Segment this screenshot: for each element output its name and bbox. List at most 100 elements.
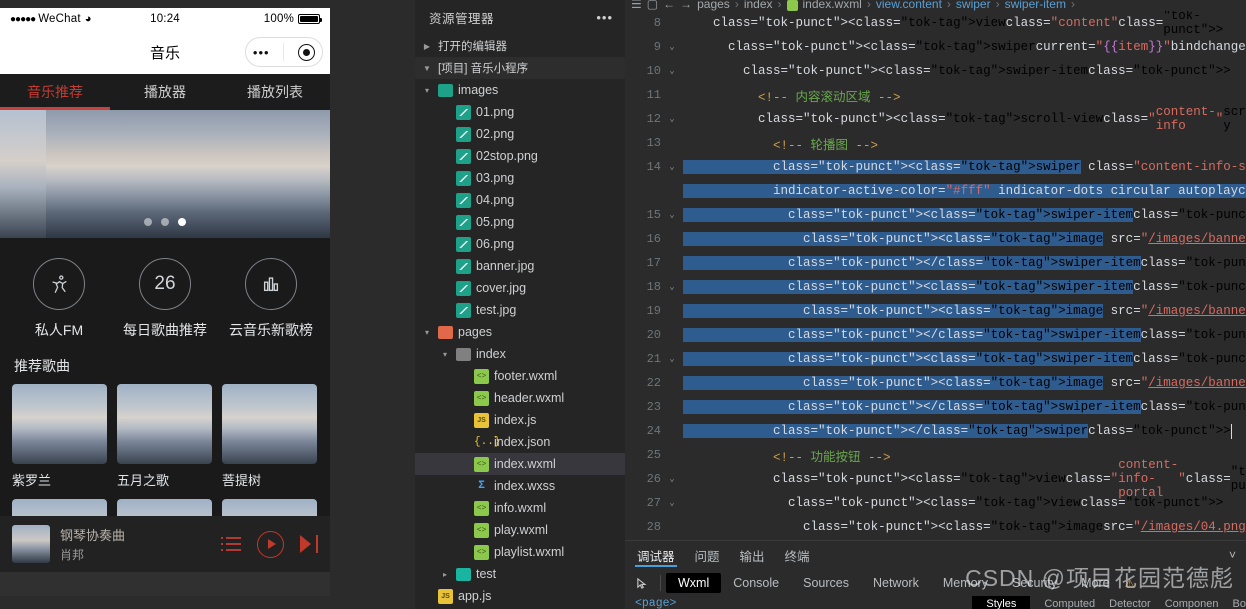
song-cell[interactable]: 紫罗兰 <box>12 384 107 489</box>
code-text[interactable]: class="tok-punct"><class="tok-tag">swipe… <box>683 352 1246 366</box>
carousel-dot[interactable] <box>144 218 152 226</box>
code-text[interactable]: class="tok-punct"></class="tok-tag">swip… <box>683 400 1246 414</box>
back-arrow-icon[interactable]: ← <box>663 0 675 11</box>
chevron-up-icon[interactable]: ˅ <box>1229 548 1246 562</box>
tree-item-index-js[interactable]: index.js <box>415 409 625 431</box>
breadcrumb-segment-view[interactable]: view.content <box>876 0 942 11</box>
chevron-down-icon[interactable]: ▾ <box>421 328 433 337</box>
code-text[interactable]: class="tok-punct"><class="tok-tag">image <box>683 520 1103 534</box>
code-line[interactable]: 13 <!-- 轮播图 --> <box>625 131 1246 155</box>
tree-item-06-png[interactable]: 06.png <box>415 233 625 255</box>
code-text[interactable]: <!-- 功能按钮 --> <box>683 446 891 465</box>
tree-item-cover-jpg[interactable]: cover.jpg <box>415 277 625 299</box>
tree-item-play-wxml[interactable]: play.wxml <box>415 519 625 541</box>
tree-item-pages[interactable]: ▾ pages <box>415 321 625 343</box>
carousel-dot[interactable] <box>161 218 169 226</box>
code-text[interactable]: class="tok-punct"><class="tok-tag">scrol… <box>683 112 1103 126</box>
code-text[interactable]: class="tok-punct"></class="tok-tag">swip… <box>683 328 1246 342</box>
code-line[interactable]: 8 class="tok-punct"><class="tok-tag">vie… <box>625 11 1246 37</box>
code-line[interactable]: 9 ⌄ class="tok-punct"><class="tok-tag">sw… <box>625 35 1246 59</box>
tree-item-04-png[interactable]: 04.png <box>415 189 625 211</box>
tree-item-test-jpg[interactable]: test.jpg <box>415 299 625 321</box>
styles-tab-box[interactable]: Bo <box>1233 598 1246 609</box>
breadcrumb-segment-pages[interactable]: pages <box>697 0 730 11</box>
breadcrumb-segment-swiper-item[interactable]: swiper-item <box>1005 0 1066 11</box>
code-text[interactable]: class="tok-punct"><class="tok-tag">view <box>683 16 1006 30</box>
devtools-tab-sources[interactable]: Sources <box>791 573 861 593</box>
devtools-tab-wxml[interactable]: Wxml <box>666 573 722 593</box>
code-text[interactable]: class="tok-punct"><class="tok-tag">image… <box>683 376 1246 390</box>
code-text[interactable]: class="tok-punct"><class="tok-tag">swipe… <box>683 280 1246 294</box>
code-line[interactable]: 12 ⌄ class="tok-punct"><class="tok-tag">s… <box>625 105 1246 133</box>
song-cell[interactable]: 五月之歌 <box>117 384 212 489</box>
breadcrumb-segment-index[interactable]: index <box>744 0 773 11</box>
code-text[interactable]: <!-- 内容滚动区域 --> <box>683 86 901 105</box>
code-line[interactable]: 11 <!-- 内容滚动区域 --> <box>625 83 1246 107</box>
code-line[interactable]: indicator-active-color="#fff" indicator-… <box>625 179 1246 203</box>
tree-item-01-png[interactable]: 01.png <box>415 101 625 123</box>
chevron-down-icon[interactable]: ▾ <box>421 86 433 95</box>
chevron-right-icon[interactable]: ▶ <box>421 42 433 51</box>
fold-chevron-icon[interactable]: ⌄ <box>667 354 677 364</box>
portal-item-fm[interactable]: 私人FM <box>7 258 112 340</box>
code-text[interactable]: indicator-active-color="#fff" indicator-… <box>683 184 1246 198</box>
devtools-tab-more[interactable]: More <box>1069 573 1121 593</box>
fold-chevron-icon[interactable]: ⌄ <box>667 282 677 292</box>
chevron-down-icon[interactable]: ▼ <box>421 64 433 73</box>
menu-icon[interactable]: ☰ <box>631 0 642 11</box>
devtools-tab-network[interactable]: Network <box>861 573 931 593</box>
fold-chevron-icon[interactable]: ⌄ <box>667 498 677 508</box>
code-line[interactable]: 19 class="tok-punct"><class="tok-tag">im… <box>625 299 1246 323</box>
code-line[interactable]: 10 ⌄ class="tok-punct"><class="tok-tag">s… <box>625 59 1246 83</box>
tab-playlist[interactable]: 播放列表 <box>220 74 330 110</box>
carousel-banner[interactable] <box>0 110 330 238</box>
code-text[interactable]: class="tok-punct"><class="tok-tag">swipe… <box>683 208 1246 222</box>
fold-chevron-icon[interactable]: ⌄ <box>667 66 677 76</box>
panel-tab-debugger[interactable]: 调试器 <box>635 541 677 569</box>
tree-section-open-editors[interactable]: ▶ 打开的编辑器 <box>415 35 625 57</box>
panel-tab-terminal[interactable]: 终端 <box>785 541 810 569</box>
tree-item-02stop-png[interactable]: 02stop.png <box>415 145 625 167</box>
forward-arrow-icon[interactable]: → <box>680 0 692 11</box>
tree-item-test[interactable]: ▸ test <box>415 563 625 585</box>
tree-item-index-json[interactable]: {..} index.json <box>415 431 625 453</box>
devtools-tab-security[interactable]: Security <box>1000 573 1069 593</box>
code-line[interactable]: 23 class="tok-punct"></class="tok-tag">s… <box>625 395 1246 419</box>
tree-item-banner-jpg[interactable]: banner.jpg <box>415 255 625 277</box>
code-line[interactable]: 22 class="tok-punct"><class="tok-tag">im… <box>625 371 1246 395</box>
tree-section-project[interactable]: ▼ [项目] 音乐小程序 <box>415 57 625 79</box>
devtools-tab-console[interactable]: Console <box>721 573 791 593</box>
breadcrumb-segment-swiper[interactable]: swiper <box>956 0 991 11</box>
tab-music-recommend[interactable]: 音乐推荐 <box>0 74 110 110</box>
capsule-more-icon[interactable]: ••• <box>253 46 270 59</box>
fold-chevron-icon[interactable]: ⌄ <box>667 474 677 484</box>
portal-item-daily[interactable]: 26 每日歌曲推荐 <box>113 258 218 340</box>
code-lines[interactable]: 8 class="tok-punct"><class="tok-tag">vie… <box>625 11 1246 539</box>
code-line[interactable]: 15 ⌄ class="tok-punct"><class="tok-tag">s… <box>625 203 1246 227</box>
tree-item-info-wxml[interactable]: info.wxml <box>415 497 625 519</box>
styles-tab-component[interactable]: Componen <box>1165 598 1219 609</box>
explorer-more-icon[interactable]: ••• <box>596 10 613 25</box>
tree-item-index-wxml[interactable]: index.wxml <box>415 453 625 475</box>
capsule-close-icon[interactable] <box>298 43 316 61</box>
inspect-cursor-icon[interactable] <box>629 572 655 594</box>
styles-tab-detector[interactable]: Detector <box>1109 598 1151 609</box>
code-text[interactable]: class="tok-punct"></class="tok-tag">swip… <box>683 424 1231 438</box>
bookmark-icon[interactable]: ▢ <box>647 0 658 11</box>
fold-chevron-icon[interactable]: ⌄ <box>667 114 677 124</box>
next-track-icon[interactable] <box>300 535 318 553</box>
code-line[interactable]: 28 class="tok-punct"><class="tok-tag">im… <box>625 515 1246 539</box>
code-line[interactable]: 24 class="tok-punct"></class="tok-tag">s… <box>625 419 1246 443</box>
tree-item-index-wxss[interactable]: Σindex.wxss <box>415 475 625 497</box>
tree-item-app-js[interactable]: app.js <box>415 585 625 607</box>
song-cell[interactable]: 菩提树 <box>222 384 317 489</box>
carousel-dot-active[interactable] <box>178 218 186 226</box>
code-line[interactable]: 17 class="tok-punct"></class="tok-tag">s… <box>625 251 1246 275</box>
tree-item-header-wxml[interactable]: header.wxml <box>415 387 625 409</box>
tab-player[interactable]: 播放器 <box>110 74 220 110</box>
code-text[interactable]: class="tok-punct"><class="tok-tag">view <box>683 496 1081 510</box>
code-line[interactable]: 20 class="tok-punct"></class="tok-tag">s… <box>625 323 1246 347</box>
chevron-right-icon[interactable]: ▸ <box>439 570 451 579</box>
chevron-down-icon[interactable]: ▾ <box>439 350 451 359</box>
code-text[interactable]: class="tok-punct"><class="tok-tag">view <box>683 472 1066 486</box>
